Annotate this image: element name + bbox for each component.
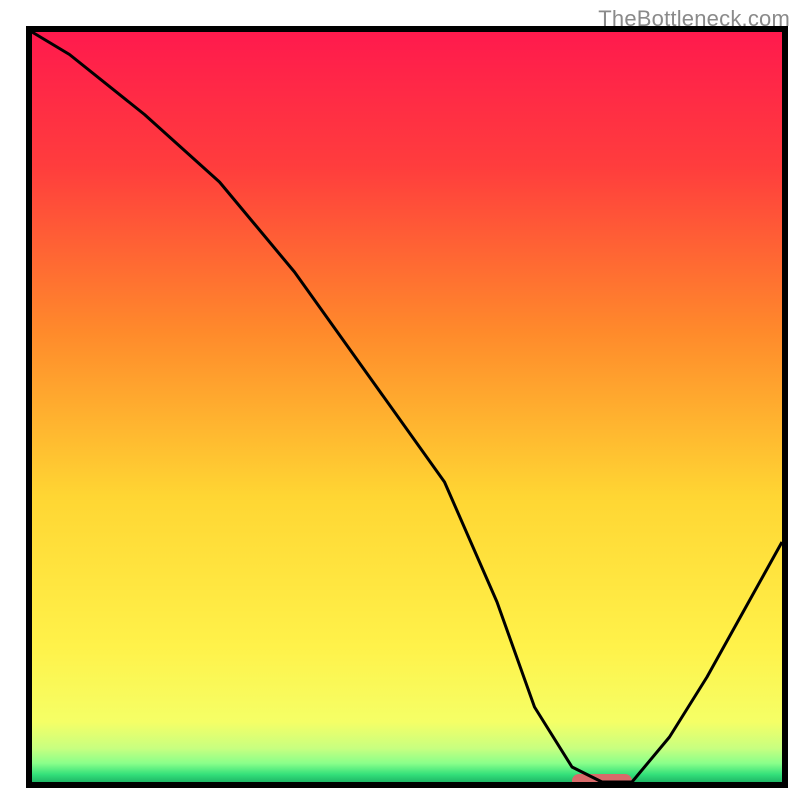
chart-background <box>32 32 782 782</box>
bottleneck-chart <box>0 0 800 800</box>
watermark: TheBottleneck.com <box>598 6 790 32</box>
chart-container: TheBottleneck.com <box>0 0 800 800</box>
